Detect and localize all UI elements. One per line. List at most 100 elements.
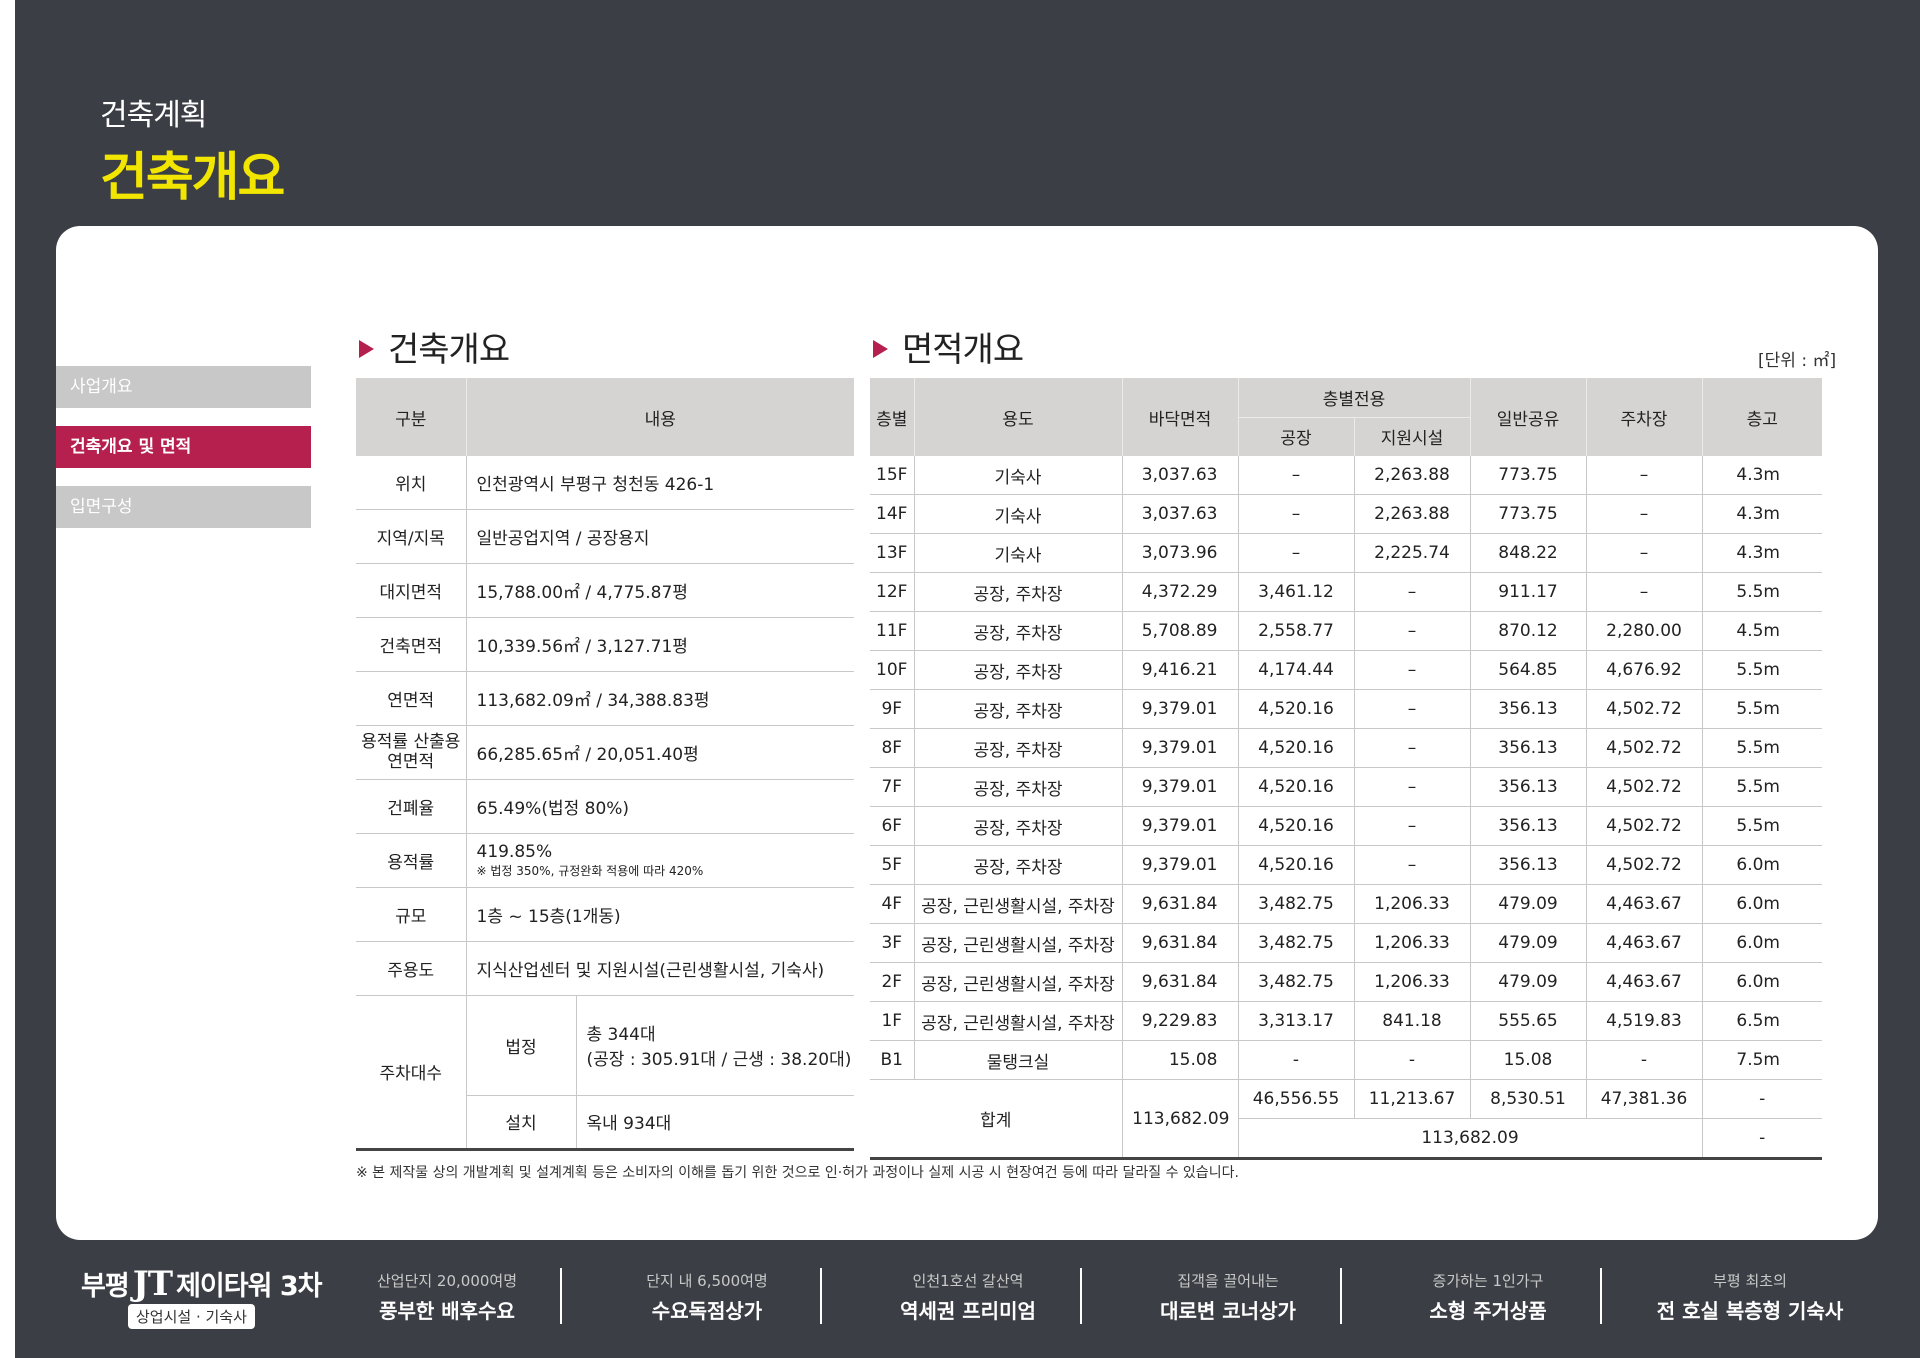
table-row: 7F 공장, 주차장 9,379.01 4,520.16–356.13 4,502.72… (870, 767, 1822, 807)
cell-factory: 2,558.77 (1238, 611, 1355, 651)
cell-common: 773.75 (1470, 494, 1587, 534)
total-label: 합계 (870, 1079, 1123, 1160)
cell-common: 479.09 (1470, 923, 1587, 963)
cell-floor: 13F (870, 533, 915, 573)
cell-area: 3,037.63 (1122, 494, 1239, 534)
brand-tag: 상업시설 · 기숙사 (128, 1304, 255, 1329)
sidebar-item-business-overview[interactable]: 사업개요 (56, 366, 311, 408)
page-background: 건축계획 건축개요 사업개요 건축개요 및 면적 입면구성 건축개요 면적개요 … (15, 0, 1920, 1358)
table-row: 11F 공장, 주차장 5,708.89 2,558.77–870.12 2,280.0… (870, 611, 1822, 651)
cell-floor: 10F (870, 650, 915, 690)
cell-use: 공장, 주차장 (914, 767, 1123, 807)
brand-mark-icon: JT (132, 1264, 173, 1304)
total-height-2: - (1702, 1118, 1822, 1160)
sidebar-item-building-overview[interactable]: 건축개요 및 면적 (56, 426, 311, 468)
cell-height: 4.5m (1702, 611, 1822, 651)
cell-common: 356.13 (1470, 767, 1587, 807)
cell-factory: – (1238, 456, 1355, 495)
footer-feature: 인천1호선 갈산역 역세권 프리미엄 (843, 1270, 1093, 1324)
cell-floor: 7F (870, 767, 915, 807)
table-row: 9F 공장, 주차장 9,379.01 4,520.16–356.13 4,502.72… (870, 689, 1822, 729)
cell-height: 5.5m (1702, 806, 1822, 846)
feature-sub: 집객을 끌어내는 (1177, 1272, 1279, 1290)
divider (1080, 1268, 1082, 1324)
page-title: 건축개요 (100, 148, 285, 208)
total-height: - (1702, 1079, 1822, 1119)
cell-use: 공장, 주차장 (914, 845, 1123, 885)
cell-area: 9,379.01 (1122, 728, 1239, 768)
cell-height: 6.0m (1702, 884, 1822, 924)
cell-common: 564.85 (1470, 650, 1587, 690)
cell-height: 5.5m (1702, 767, 1822, 807)
cell-common: 356.13 (1470, 806, 1587, 846)
table-row: 8F 공장, 주차장 9,379.01 4,520.16–356.13 4,502.72… (870, 728, 1822, 768)
cell-support: – (1354, 728, 1471, 768)
parking-legal-total: 총 344대 (586, 1025, 656, 1045)
disclaimer-note: ※ 본 제작물 상의 개발계획 및 설계계획 등은 소비자의 이해를 돕기 위한… (356, 1165, 1239, 1181)
table-row: 15F 기숙사 3,037.63–2,263.88 773.75–4.3m (870, 456, 1822, 495)
cell-height: 4.3m (1702, 456, 1822, 495)
feature-sub: 단지 내 6,500여명 (646, 1272, 768, 1290)
cell-parking: 4,502.72 (1586, 845, 1703, 885)
row-label: 건축면적 (356, 617, 467, 672)
cell-support: – (1354, 650, 1471, 690)
cell-factory: 3,313.17 (1238, 1001, 1355, 1041)
triangle-bullet-icon (873, 339, 888, 358)
cell-common: 848.22 (1470, 533, 1587, 573)
cell-parking: – (1586, 456, 1703, 495)
cell-parking: – (1586, 572, 1703, 612)
total-floor-area: 113,682.09 (1122, 1079, 1239, 1160)
cell-common: 15.08 (1470, 1040, 1587, 1080)
cell-area: 5,708.89 (1122, 611, 1239, 651)
footer-feature: 산업단지 20,000여명 풍부한 배후수요 (322, 1270, 572, 1324)
divider (1600, 1268, 1602, 1324)
total-factory: 46,556.55 (1238, 1079, 1355, 1119)
row-value: 419.85% ※ 법정 350%, 규정완화 적용에 따라 420% (466, 833, 854, 888)
cell-factory: 4,520.16 (1238, 689, 1355, 729)
cell-parking: 4,519.83 (1586, 1001, 1703, 1041)
cell-support: 1,206.33 (1354, 884, 1471, 924)
table-row: 4F 공장, 근린생활시설, 주차장 9,631.84 3,482.75 1,206.3… (870, 884, 1822, 924)
cell-common: 773.75 (1470, 456, 1587, 495)
total-common: 8,530.51 (1470, 1079, 1587, 1119)
cell-area: 9,631.84 (1122, 962, 1239, 1002)
parking-legal-label: 법정 (466, 995, 577, 1096)
cell-common: 555.65 (1470, 1001, 1587, 1041)
row-value: 인천광역시 부평구 청천동 426-1 (466, 456, 854, 510)
cell-use: 공장, 근린생활시설, 주차장 (914, 884, 1123, 924)
building-overview-heading: 건축개요 (359, 322, 510, 371)
cell-use: 기숙사 (914, 456, 1123, 495)
cell-area: 9,379.01 (1122, 806, 1239, 846)
cell-common: 356.13 (1470, 689, 1587, 729)
sidebar-item-elevation[interactable]: 입면구성 (56, 486, 311, 528)
header-category: 구분 (356, 378, 467, 456)
cell-support: – (1354, 572, 1471, 612)
cell-use: 공장, 근린생활시설, 주차장 (914, 923, 1123, 963)
row-value: 15,788.00㎡ / 4,775.87평 (466, 563, 854, 618)
cell-parking: 4,463.67 (1586, 884, 1703, 924)
header-floor-area: 바닥면적 (1122, 378, 1239, 456)
cell-factory: 4,520.16 (1238, 845, 1355, 885)
cell-factory: 4,520.16 (1238, 728, 1355, 768)
cell-parking: 4,502.72 (1586, 806, 1703, 846)
cell-floor: 12F (870, 572, 915, 612)
cell-support: – (1354, 767, 1471, 807)
cell-floor: 6F (870, 806, 915, 846)
cell-floor: 2F (870, 962, 915, 1002)
cell-area: 3,037.63 (1122, 456, 1239, 495)
feature-main: 전 호실 복층형 기숙사 (1656, 1299, 1844, 1323)
cell-parking: – (1586, 533, 1703, 573)
cell-floor: 5F (870, 845, 915, 885)
cell-use: 공장, 주차장 (914, 611, 1123, 651)
parking-legal-breakdown: (공장 : 305.91대 / 근생 : 38.20대) (586, 1050, 852, 1070)
row-label: 연면적 (356, 671, 467, 726)
heading-text: 면적개요 (902, 330, 1024, 370)
cell-area: 15.08 (1122, 1040, 1239, 1080)
cell-area: 3,073.96 (1122, 533, 1239, 573)
cell-support: 2,263.88 (1354, 456, 1471, 495)
cell-factory: – (1238, 533, 1355, 573)
cell-factory: 3,482.75 (1238, 884, 1355, 924)
row-label: 대지면적 (356, 563, 467, 618)
cell-floor: 14F (870, 494, 915, 534)
total-sum: 113,682.09 (1238, 1118, 1703, 1160)
